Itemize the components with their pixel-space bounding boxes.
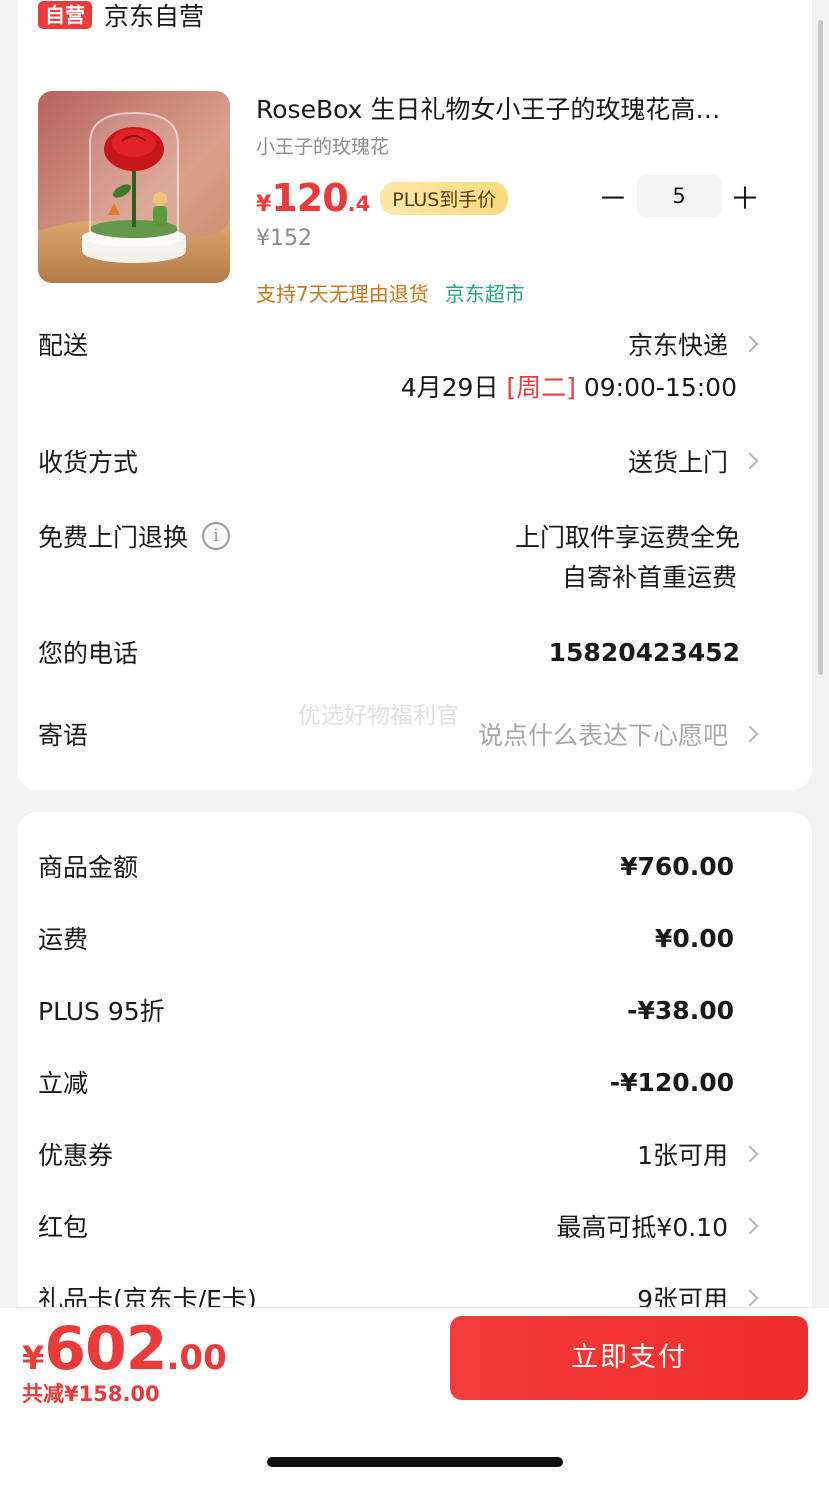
- delivery-time: 4月29日 [周二] 09:00-15:00: [400, 373, 737, 402]
- receive-method-value: 送货上门: [627, 448, 728, 477]
- message-label: 寄语: [38, 721, 89, 750]
- supermarket-tag: 京东超市: [444, 282, 525, 306]
- scrollbar[interactable]: [818, 20, 823, 675]
- product-variant: 小王子的玫瑰花: [256, 136, 390, 158]
- instant-discount: -¥120.00: [609, 1067, 734, 1097]
- phone-label: 您的电话: [38, 639, 139, 668]
- red-packet-row[interactable]: 红包 最高可抵¥0.10: [38, 1208, 759, 1244]
- goods-amount: ¥760.00: [620, 851, 734, 881]
- delivery-row[interactable]: 配送 京东快递: [38, 326, 759, 362]
- checkout-bar: ¥ 602 .00 共减¥158.00 立即支付: [0, 1307, 829, 1413]
- phone-number: 15820423452: [548, 637, 740, 667]
- return-policy-tag: 支持7天无理由退货: [256, 282, 429, 306]
- chevron-right-icon: [741, 725, 759, 743]
- plus-price-badge: PLUS到手价: [380, 181, 509, 215]
- free-return-line2: 自寄补首重运费: [561, 563, 737, 592]
- coupon-row[interactable]: 优惠券 1张可用: [38, 1136, 759, 1172]
- total-price: ¥ 602 .00: [22, 1314, 227, 1384]
- chevron-right-icon: [741, 335, 759, 353]
- instant-discount-row: 立减 -¥120.00: [38, 1064, 758, 1100]
- shipping-fee: ¥0.00: [654, 923, 734, 953]
- plus-discount: -¥38.00: [627, 995, 734, 1025]
- free-return-label: 免费上门退换: [38, 523, 189, 552]
- home-indicator[interactable]: [267, 1457, 563, 1467]
- free-return-row: 免费上门退换 i 上门取件享运费全免: [38, 518, 758, 554]
- self-operated-badge: 自营: [38, 1, 92, 29]
- decrease-quantity-button[interactable]: －: [595, 174, 631, 218]
- delivery-carrier: 京东快递: [627, 331, 728, 360]
- chevron-right-icon: [741, 1289, 759, 1307]
- product-tags: 支持7天无理由退货 京东超市: [256, 278, 525, 307]
- chevron-right-icon: [741, 1217, 759, 1235]
- shop-name: 京东自营: [104, 2, 205, 31]
- goods-amount-row: 商品金额 ¥760.00: [38, 848, 758, 884]
- chevron-right-icon: [741, 452, 759, 470]
- delivery-label: 配送: [38, 331, 89, 360]
- receive-method-row[interactable]: 收货方式 送货上门: [38, 443, 759, 479]
- pay-now-button[interactable]: 立即支付: [450, 1316, 808, 1400]
- product-price: ¥ 120 .4 PLUS到手价: [256, 176, 509, 220]
- receive-method-label: 收货方式: [38, 448, 139, 477]
- product-title[interactable]: RoseBox 生日礼物女小王子的玫瑰花高…: [256, 90, 756, 126]
- shop-header: 自营 京东自营: [38, 0, 205, 31]
- plus-discount-row: PLUS 95折 -¥38.00: [38, 992, 758, 1028]
- red-packet-value: 最高可抵¥0.10: [556, 1213, 728, 1242]
- delivery-weekday: [周二]: [506, 373, 576, 402]
- message-row[interactable]: 寄语 说点什么表达下心愿吧: [38, 716, 759, 752]
- original-price: ¥152: [256, 226, 312, 251]
- shipping-row: 运费 ¥0.00: [38, 920, 758, 956]
- total-saved: 共减¥158.00: [22, 1382, 160, 1406]
- message-input[interactable]: 说点什么表达下心愿吧: [478, 716, 728, 752]
- info-icon[interactable]: i: [202, 522, 231, 550]
- free-return-line1: 上门取件享运费全免: [514, 523, 740, 552]
- product-image[interactable]: [38, 91, 230, 283]
- home-indicator-area: [0, 1413, 829, 1485]
- quantity-input[interactable]: 5: [637, 175, 721, 217]
- phone-row: 您的电话 15820423452: [38, 634, 758, 670]
- increase-quantity-button[interactable]: ＋: [727, 174, 763, 218]
- quantity-stepper: － 5 ＋: [595, 174, 763, 218]
- chevron-right-icon: [741, 1145, 759, 1163]
- coupon-count: 1张可用: [637, 1141, 728, 1170]
